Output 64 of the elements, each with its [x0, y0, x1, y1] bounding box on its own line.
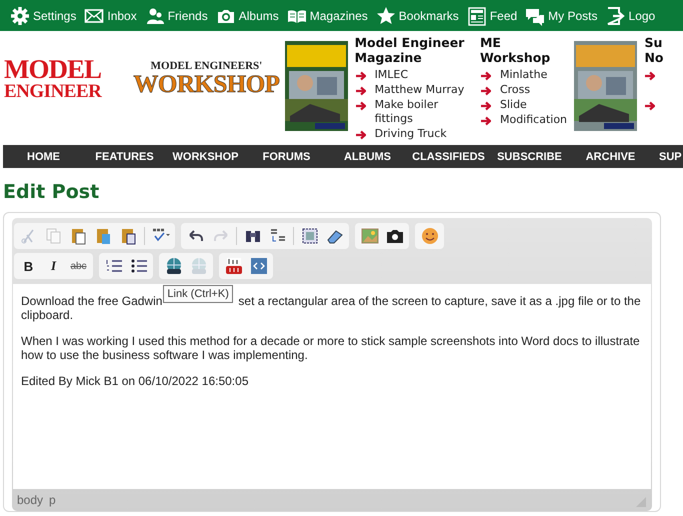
bold-button[interactable]: B — [17, 256, 40, 276]
top-bar-link[interactable]: My Posts — [525, 6, 598, 26]
smiley-icon — [420, 226, 440, 246]
article-link[interactable]: Minlathe — [500, 68, 548, 82]
tooltip: Link (Ctrl+K) — [163, 285, 233, 303]
element-path[interactable]: body — [17, 493, 44, 507]
select-all-icon — [300, 226, 320, 246]
nav-link[interactable]: HOME — [3, 150, 84, 162]
text-fragment: set a rectangular area of the screen to capture, save it as a .jpg file or to the — [238, 294, 641, 308]
star-icon — [376, 6, 396, 26]
article-link[interactable]: Driving Truck — [374, 127, 447, 141]
article-link[interactable]: Cross — [500, 83, 530, 97]
column-title: Model Engineer Magazine — [354, 35, 466, 65]
text-fragment: clipboard. — [21, 308, 74, 322]
nav-link[interactable]: CLASSIFIEDS — [408, 150, 489, 162]
strike-button[interactable]: abc — [67, 256, 90, 276]
arrow-icon — [644, 100, 656, 112]
nav-link[interactable]: FORUMS — [246, 150, 327, 162]
column-title: Su No — [644, 35, 665, 65]
arrow-icon — [644, 70, 656, 82]
text-fragment: Download the free Gadwin — [21, 294, 162, 308]
arrow-icon — [480, 85, 491, 97]
top-bar-link[interactable]: Albums — [216, 6, 279, 26]
arrow-icon — [354, 85, 366, 97]
top-bar-link[interactable]: Logo — [606, 6, 656, 26]
code-icon — [248, 256, 268, 276]
copy-icon — [44, 226, 64, 246]
element-path[interactable]: p — [49, 493, 56, 507]
top-bar-link[interactable]: Bookmarks — [376, 6, 459, 26]
top-bar-link[interactable]: Friends — [144, 6, 208, 26]
top-bar-link[interactable]: Settings — [10, 6, 76, 26]
logo-subtitle[interactable]: MODEL ENGINEERS' — [150, 60, 262, 72]
image-icon — [360, 226, 380, 246]
newspaper-icon — [466, 6, 487, 26]
arrow-icon — [354, 129, 366, 141]
top-bar-link[interactable]: Feed — [466, 6, 518, 26]
column-title: ME Workshop — [480, 35, 552, 65]
nav-link[interactable]: WORKSHOP — [165, 150, 246, 162]
arrow-icon — [480, 100, 491, 112]
arrow-icon — [354, 100, 366, 112]
article-link[interactable]: Slide — [500, 98, 527, 112]
italic-button[interactable]: I — [42, 256, 65, 276]
nav-link[interactable]: ARCHIVE — [570, 150, 651, 162]
paragraph: When I was working I used this method for a decade or more to stick sample screenshots into Word docs to illustrate how to use the business software I was implementing. — [21, 334, 641, 362]
page-title: Edit Post — [3, 181, 100, 203]
logo-text[interactable]: MODEL — [4, 57, 102, 83]
people-icon — [144, 6, 165, 26]
top-bar-link[interactable]: Magazines — [286, 6, 368, 26]
article-link[interactable]: Modification — [500, 113, 568, 127]
article-link[interactable]: Make boiler fittings — [374, 98, 475, 126]
arrow-icon — [480, 115, 491, 127]
arrow-icon — [480, 70, 491, 82]
nav-link[interactable]: ALBUMS — [327, 150, 408, 162]
article-link[interactable]: Matthew Murray — [374, 83, 464, 97]
paragraph: Edited By Mick B1 on 06/10/2022 16:50:05 — [21, 374, 250, 388]
article-link[interactable]: IMLEC — [374, 68, 408, 82]
editor-area[interactable] — [13, 284, 651, 489]
arrow-icon — [354, 70, 366, 82]
logo-text[interactable]: ENGINEER — [4, 82, 102, 101]
nav-link[interactable]: SUP — [659, 150, 682, 162]
nav-link[interactable]: SUBSCRIBE — [489, 150, 570, 162]
nav-link[interactable]: FEATURES — [84, 150, 165, 162]
settings-icon — [10, 6, 30, 26]
top-bar-link[interactable]: Inbox — [84, 6, 137, 26]
